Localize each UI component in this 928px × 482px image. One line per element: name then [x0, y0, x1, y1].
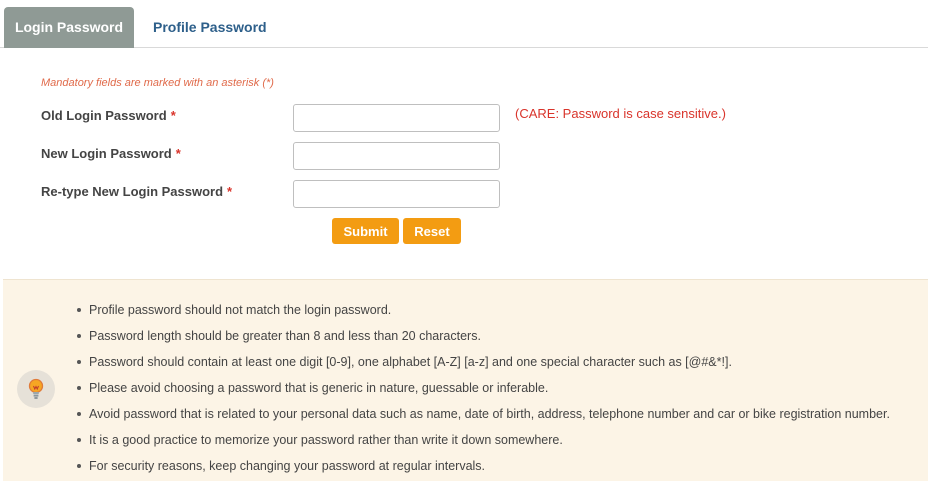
case-sensitive-note: (CARE: Password is case sensitive.)	[515, 106, 726, 121]
password-tabs: Login Password Profile Password	[0, 0, 928, 48]
reset-button[interactable]: Reset	[403, 218, 461, 244]
list-item: Password length should be greater than 8…	[75, 326, 890, 352]
old-password-label-text: Old Login Password	[41, 108, 167, 123]
tip-text: It is a good practice to memorize your p…	[89, 433, 563, 447]
required-asterisk: *	[170, 108, 176, 123]
tip-text: Please avoid choosing a password that is…	[89, 381, 549, 395]
new-password-input[interactable]	[293, 142, 500, 170]
tip-text: Avoid password that is related to your p…	[89, 407, 890, 421]
list-item: Avoid password that is related to your p…	[75, 404, 890, 430]
retype-password-label: Re-type New Login Password *	[41, 184, 232, 199]
mandatory-fields-note: Mandatory fields are marked with an aste…	[41, 77, 274, 89]
tip-text: For security reasons, keep changing your…	[89, 459, 486, 473]
list-item: For security reasons, keep changing your…	[75, 456, 890, 482]
required-asterisk: *	[175, 146, 181, 161]
old-password-label: Old Login Password *	[41, 108, 176, 123]
tab-login-password[interactable]: Login Password	[4, 7, 134, 48]
retype-password-label-text: Re-type New Login Password	[41, 184, 224, 199]
list-item: Profile password should not match the lo…	[75, 300, 890, 326]
list-item: It is a good practice to memorize your p…	[75, 430, 890, 456]
tip-text: Password should contain at least one dig…	[89, 355, 732, 369]
new-password-label-text: New Login Password	[41, 146, 172, 161]
new-password-label: New Login Password *	[41, 146, 181, 161]
old-password-input[interactable]	[293, 104, 500, 132]
retype-password-input[interactable]	[293, 180, 500, 208]
tip-text: Profile password should not match the lo…	[89, 303, 392, 317]
password-tips-panel: Profile password should not match the lo…	[3, 279, 928, 481]
lightbulb-icon	[17, 370, 55, 408]
required-asterisk: *	[227, 184, 233, 199]
tip-text: Password length should be greater than 8…	[89, 329, 481, 343]
list-item: Please avoid choosing a password that is…	[75, 378, 890, 404]
password-tips-list: Profile password should not match the lo…	[75, 300, 890, 482]
tab-profile-password[interactable]: Profile Password	[153, 7, 267, 48]
list-item: Password should contain at least one dig…	[75, 352, 890, 378]
submit-button[interactable]: Submit	[332, 218, 399, 244]
